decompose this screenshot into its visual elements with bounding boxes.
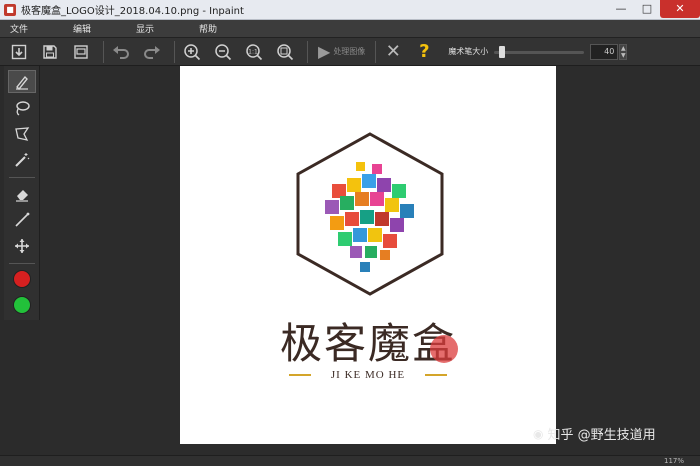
tool-palette	[4, 66, 40, 320]
open-icon	[11, 44, 27, 59]
line-icon	[14, 212, 29, 227]
toolbar-separator	[174, 40, 175, 63]
brush-cursor	[430, 335, 458, 363]
wechat-icon: ◉	[533, 426, 544, 441]
palette-separator	[8, 262, 35, 264]
actual-size-icon: 1:1	[246, 43, 263, 60]
fit-window-icon	[277, 43, 294, 60]
help-button[interactable]: ?	[411, 40, 437, 64]
toolbar-separator	[375, 40, 377, 63]
minimize-button[interactable]: —	[608, 0, 634, 18]
brush-size-label: 魔术笔大小	[448, 47, 489, 56]
save-button[interactable]	[37, 40, 63, 64]
move-tool[interactable]	[8, 234, 36, 257]
marker-tool[interactable]	[7, 70, 36, 94]
polygon-lasso-icon	[14, 127, 29, 142]
open-button[interactable]	[6, 40, 32, 64]
zoom-out-button[interactable]	[210, 40, 236, 64]
maximize-button[interactable]: □	[634, 0, 660, 18]
play-icon: ▶	[318, 42, 331, 61]
brush-size-stepper[interactable]: ▲ ▼	[619, 43, 628, 60]
process-image-label: 处理图像	[333, 47, 366, 56]
chevron-down-icon: ▼	[621, 51, 626, 59]
window-title: 极客魔盒_LOGO设计_2018.04.10.png - Inpaint	[21, 6, 244, 17]
question-icon: ?	[419, 41, 430, 62]
clear-selection-button[interactable]: ✕	[380, 40, 406, 64]
logo-english-row: JI KE MO HE	[180, 369, 556, 381]
redo-icon	[144, 45, 160, 59]
logo-english-text: JI KE MO HE	[330, 369, 406, 381]
app-icon: ■	[4, 3, 16, 16]
save-icon	[43, 44, 57, 59]
menu-edit[interactable]: 编辑	[63, 22, 118, 35]
palette-separator	[8, 177, 35, 178]
menu-view[interactable]: 显示	[126, 22, 181, 35]
brush-size-input[interactable]: 40	[590, 43, 619, 60]
logo-graphic	[296, 132, 444, 296]
green-mask-color[interactable]	[8, 294, 36, 317]
toolbar-separator	[307, 40, 308, 63]
lasso-icon	[15, 101, 30, 116]
save-as-icon	[74, 44, 88, 59]
close-x-icon: ✕	[385, 41, 401, 62]
undo-button[interactable]	[108, 40, 134, 64]
actual-size-button[interactable]: 1:1	[241, 40, 267, 64]
toolbar: 1:1 ▶ 处理图像 ✕ ? 魔术笔大小 40 ▲ ▼	[0, 38, 700, 66]
line-tool[interactable]	[8, 208, 36, 231]
eraser-tool[interactable]	[8, 182, 36, 205]
chevron-up-icon: ▲	[621, 44, 626, 52]
slider-thumb[interactable]	[498, 45, 505, 58]
slider-track	[494, 50, 585, 54]
red-mask-color[interactable]	[8, 268, 36, 291]
gold-line-left	[288, 374, 311, 376]
zoom-in-button[interactable]	[179, 40, 205, 64]
fit-window-button[interactable]	[272, 40, 298, 64]
marker-icon	[15, 75, 28, 90]
undo-icon	[113, 45, 129, 59]
polygon-lasso-tool[interactable]	[8, 123, 36, 146]
brush-size-slider[interactable]	[494, 45, 585, 58]
menu-help[interactable]: 帮助	[189, 22, 244, 35]
red-dot-icon	[12, 270, 31, 289]
move-icon	[14, 239, 29, 254]
process-image-button[interactable]: ▶ 处理图像	[312, 40, 371, 64]
status-bar: 117%	[0, 455, 700, 466]
toolbar-separator	[103, 40, 104, 63]
menu-file[interactable]: 文件	[0, 22, 55, 35]
close-button[interactable]: ✕	[660, 0, 700, 18]
eraser-icon	[15, 189, 28, 202]
logo-chinese-text: 极客魔盒	[279, 319, 456, 368]
svg-text:1:1: 1:1	[248, 48, 258, 55]
watermark-text: 知乎 @野生技道用	[547, 428, 656, 443]
lasso-tool[interactable]	[8, 96, 36, 119]
magic-wand-icon	[14, 153, 29, 168]
green-dot-icon	[12, 296, 31, 315]
save-as-button[interactable]	[68, 40, 94, 64]
window-controls: — □ ✕	[608, 0, 700, 20]
magic-wand-tool[interactable]	[8, 149, 36, 172]
title-bar: ■ 极客魔盒_LOGO设计_2018.04.10.png - Inpaint —…	[0, 0, 700, 20]
zoom-out-icon	[215, 43, 232, 60]
color-cubes-cluster	[325, 162, 414, 272]
zoom-in-icon	[184, 43, 201, 60]
watermark: ◉ 知乎 @野生技道用	[533, 424, 656, 444]
image-canvas[interactable]: 极客魔盒 JI KE MO HE	[180, 66, 556, 444]
gold-line-right	[425, 374, 448, 376]
menu-bar: 文件 编辑 显示 帮助	[0, 20, 700, 38]
redo-button[interactable]	[139, 40, 165, 64]
